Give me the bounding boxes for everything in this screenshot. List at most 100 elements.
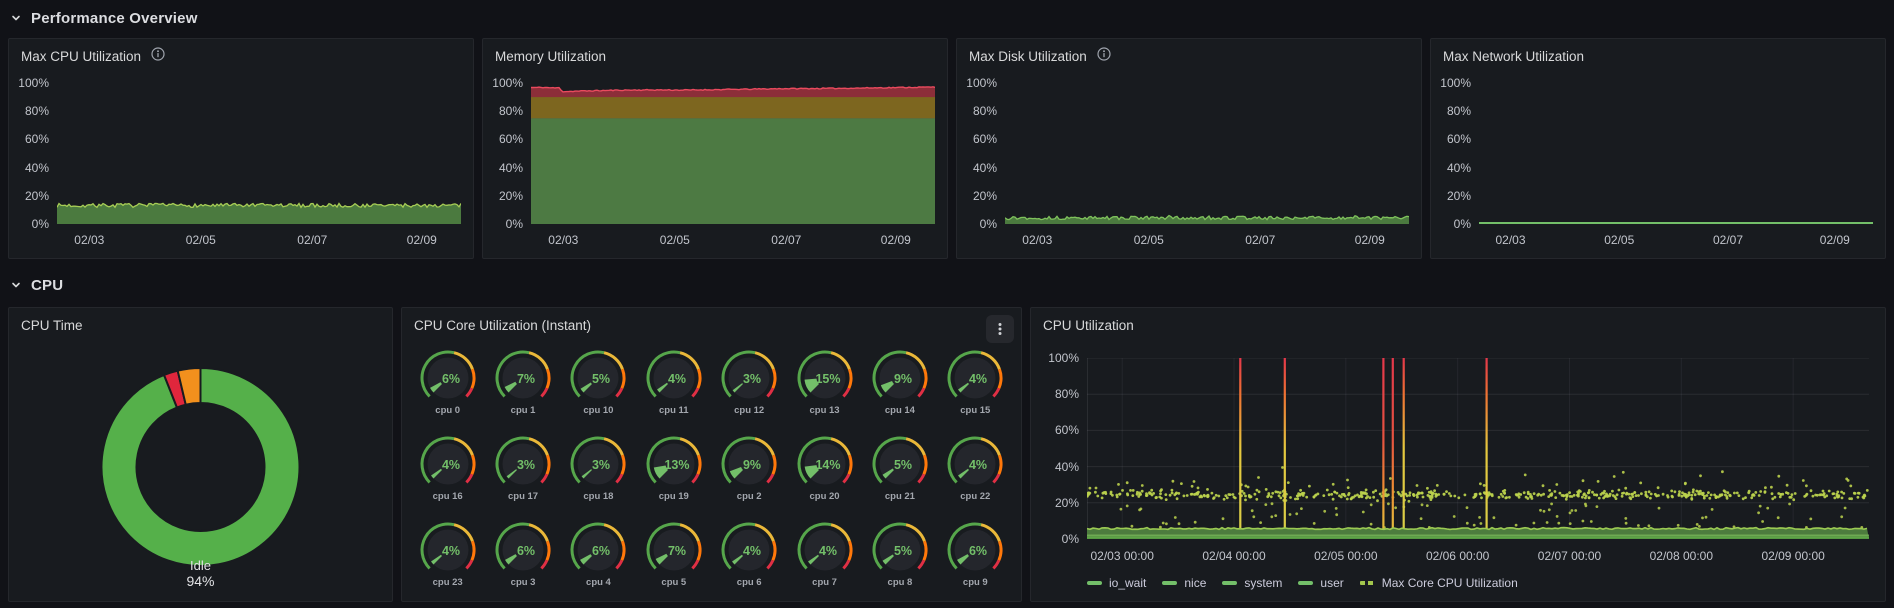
x-axis-tick-label: 02/09 (1820, 233, 1850, 247)
y-axis-tick-label: 0% (9, 217, 49, 231)
gauge-label: cpu 21 (885, 491, 915, 502)
gauge-label: cpu 1 (511, 405, 536, 416)
y-axis-tick-label: 100% (957, 76, 997, 90)
gauge-label: cpu 12 (734, 405, 764, 416)
legend-swatch (1087, 581, 1102, 585)
y-axis-tick-label: 60% (1431, 132, 1471, 146)
legend-item[interactable]: system (1222, 576, 1282, 590)
svg-text:4%: 4% (819, 544, 837, 558)
y-axis-tick-label: 60% (957, 132, 997, 146)
y-axis-tick-label: 100% (9, 76, 49, 90)
panel-title[interactable]: Memory Utilization (495, 49, 606, 64)
gauge-label: cpu 22 (960, 491, 990, 502)
svg-text:9%: 9% (894, 372, 912, 386)
cpu-core-gauge: 7% cpu 1 (490, 349, 556, 416)
gauge-label: cpu 14 (885, 405, 915, 416)
legend-swatch (1162, 581, 1177, 585)
y-axis-tick-label: 100% (1431, 76, 1471, 90)
panel-title[interactable]: CPU Time (21, 318, 83, 333)
y-axis-tick-label: 100% (483, 76, 523, 90)
svg-text:4%: 4% (442, 544, 460, 558)
x-axis-tick-label: 02/04 00:00 (1202, 549, 1265, 563)
svg-text:6%: 6% (517, 544, 535, 558)
info-icon[interactable] (1097, 47, 1111, 66)
section-title: Performance Overview (31, 10, 198, 27)
gauge-label: cpu 10 (583, 405, 613, 416)
donut-label: Idle 94% (141, 558, 261, 589)
legend-label: io_wait (1109, 576, 1146, 590)
cpu-core-gauge: 4%cpu 22 (942, 435, 1008, 502)
legend-swatch-dashed (1360, 581, 1375, 585)
gauge-label: cpu 9 (963, 577, 988, 588)
svg-text:4%: 4% (442, 458, 460, 472)
gauge-label: cpu 13 (810, 405, 840, 416)
y-axis-tick-label: 20% (9, 189, 49, 203)
gauge-label: cpu 11 (659, 405, 689, 416)
gauge-label: cpu 19 (659, 491, 689, 502)
legend-item[interactable]: nice (1162, 576, 1206, 590)
svg-text:7%: 7% (517, 372, 535, 386)
panel-title[interactable]: Max Network Utilization (1443, 49, 1584, 64)
y-axis-tick-label: 80% (9, 104, 49, 118)
cpu-core-gauge: 3%cpu 12 (716, 349, 782, 416)
section-performance-overview[interactable]: Performance Overview (10, 5, 198, 31)
svg-text:14%: 14% (815, 458, 840, 472)
panel-title[interactable]: Max Disk Utilization (969, 49, 1087, 64)
y-axis-tick-label: 60% (9, 132, 49, 146)
legend-item[interactable]: user (1298, 576, 1343, 590)
x-axis-tick-label: 02/07 (771, 233, 801, 247)
panel-menu-kebab-icon[interactable] (986, 315, 1014, 343)
cpu-core-gauge: 6%cpu 0 (415, 349, 481, 416)
cpu-core-gauge: 9% cpu 14 (867, 349, 933, 416)
cpu-core-gauge: 9%cpu 2 (716, 435, 782, 502)
section-cpu[interactable]: CPU (10, 272, 63, 298)
legend-item[interactable]: Max Core CPU Utilization (1360, 576, 1518, 590)
y-axis-tick-label: 40% (957, 161, 997, 175)
svg-text:15%: 15% (815, 372, 840, 386)
svg-text:3%: 3% (517, 458, 535, 472)
x-axis-tick-label: 02/07 (1245, 233, 1275, 247)
y-axis-tick-label: 100% (1031, 351, 1079, 365)
x-axis-tick-label: 02/07 (1713, 233, 1743, 247)
cpu-core-gauge: 14%cpu 20 (792, 435, 858, 502)
panel-max-network-utilization: Max Network Utilization 100% 80% 60% 40% 20%… (1430, 38, 1886, 259)
y-axis-tick-label: 20% (1431, 189, 1471, 203)
legend-swatch (1298, 581, 1313, 585)
legend-item[interactable]: io_wait (1087, 576, 1146, 590)
svg-text:4%: 4% (743, 544, 761, 558)
svg-text:5%: 5% (592, 372, 610, 386)
cpu-core-gauge: 13%cpu 19 (641, 435, 707, 502)
y-axis-tick-label: 80% (1031, 387, 1079, 401)
x-axis-tick-label: 02/07 (297, 233, 327, 247)
y-axis-tick-label: 40% (483, 161, 523, 175)
memory-chart (531, 83, 935, 224)
gauge-label: cpu 0 (435, 405, 460, 416)
max-disk-chart (1005, 83, 1409, 224)
legend-label: user (1320, 576, 1343, 590)
panel-cpu-core-utilization: CPU Core Utilization (Instant) 6%cpu 07%… (401, 307, 1022, 602)
gauge-label: cpu 7 (812, 577, 837, 588)
y-axis-tick-label: 20% (483, 189, 523, 203)
y-axis-tick-label: 20% (957, 189, 997, 203)
cpu-core-gauge: 5%cpu 8 (867, 521, 933, 588)
y-axis-tick-label: 80% (1431, 104, 1471, 118)
cpu-core-gauge: 15% cpu 13 (792, 349, 858, 416)
svg-text:9%: 9% (743, 458, 761, 472)
cpu-core-gauge: 4%cpu 23 (415, 521, 481, 588)
x-axis-tick-label: 02/03 (74, 233, 104, 247)
y-axis-tick-label: 0% (1431, 217, 1471, 231)
cpu-core-gauge: 5% cpu 10 (565, 349, 631, 416)
panel-title[interactable]: Max CPU Utilization (21, 49, 141, 64)
cpu-core-gauge: 6%cpu 9 (942, 521, 1008, 588)
panel-title[interactable]: CPU Core Utilization (Instant) (414, 318, 591, 333)
info-icon[interactable] (151, 47, 165, 66)
y-axis-tick-label: 40% (1431, 161, 1471, 175)
x-axis-tick-label: 02/09 (1355, 233, 1385, 247)
x-axis-tick-label: 02/09 00:00 (1761, 549, 1824, 563)
svg-text:3%: 3% (592, 458, 610, 472)
x-axis-tick-label: 02/03 (1022, 233, 1052, 247)
panel-title[interactable]: CPU Utilization (1043, 318, 1134, 333)
y-axis-tick-label: 20% (1031, 496, 1079, 510)
x-axis-tick-label: 02/03 (1496, 233, 1526, 247)
svg-text:7%: 7% (668, 544, 686, 558)
